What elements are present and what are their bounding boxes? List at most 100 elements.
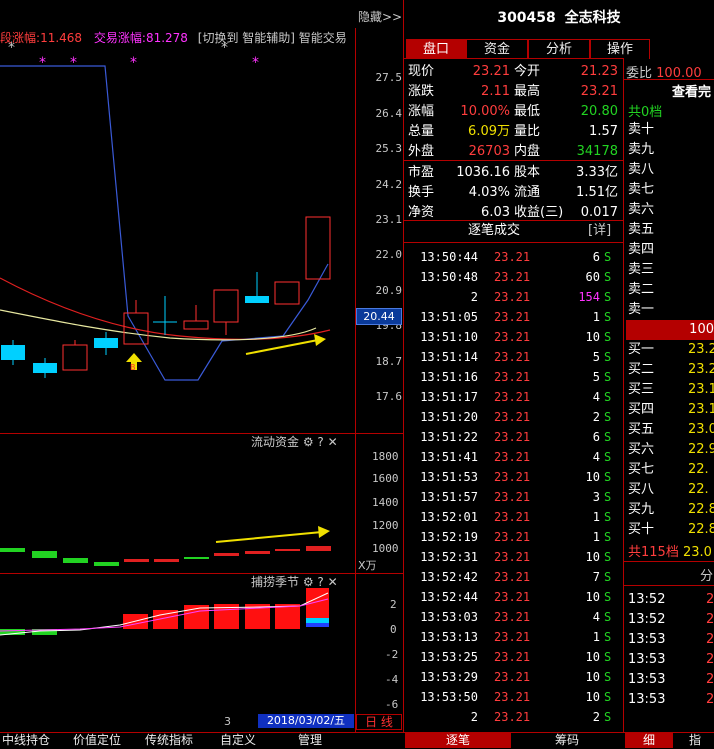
tick-price: 2 [706, 692, 714, 707]
trade-cell: 23.21 [494, 410, 531, 424]
pane-divider [0, 433, 403, 434]
quote-cell: 34178 [576, 144, 618, 159]
tick-time: 13:52 [628, 612, 666, 627]
tab-zhongxian[interactable]: 中线持仓 [0, 733, 52, 748]
ask-label: 卖一 [628, 302, 655, 317]
subtab-fen[interactable]: 分 [700, 565, 713, 584]
trade-cell: 23.21 [494, 570, 531, 584]
ask-level[interactable]: 卖五 [626, 220, 714, 240]
bid-label: 买九 [628, 502, 655, 517]
tick-time: 13:53 [628, 652, 666, 667]
trade-row: 13:53:29 23.21 10 S [404, 667, 622, 687]
bid-price: 23.1 [688, 402, 714, 417]
hide-panel-button[interactable]: 隐藏>> [358, 8, 402, 25]
tab-jiazhi[interactable]: 价值定位 [68, 733, 126, 748]
quote-row: 外盘 26703 内盘 34178 [404, 142, 623, 162]
trade-cell: 23.21 [494, 450, 531, 464]
bid-level[interactable]: 买九 22.8 [626, 500, 714, 520]
bid-level[interactable]: 买八 22. [626, 480, 714, 500]
ask-level[interactable]: 卖六 [626, 200, 714, 220]
bid-level[interactable]: 买二 23.2 [626, 360, 714, 380]
bid-price: 23.2 [688, 342, 714, 357]
trade-cell: S [604, 550, 612, 564]
tab-zidingyi[interactable]: 自定义 [214, 733, 262, 748]
smart-trade-link[interactable]: 智能交易 [299, 31, 347, 45]
tick-price: 2 [706, 652, 714, 667]
price-tick: 25.3 [375, 142, 403, 155]
candle-up [123, 312, 149, 345]
bid-level[interactable]: 买一 23.2 [626, 340, 714, 360]
ask-level[interactable]: 卖九 [626, 140, 714, 160]
trade-row: 13:53:50 23.21 10 S [404, 687, 622, 707]
tick-row: 13:52 2 [626, 590, 714, 610]
ask-level[interactable]: 卖七 [626, 180, 714, 200]
trade-cell: 23.21 [494, 510, 531, 524]
ask-level[interactable]: 卖四 [626, 240, 714, 260]
tab-xi[interactable]: 细 [625, 733, 673, 748]
bid-level[interactable]: 买七 22. [626, 460, 714, 480]
quote-cell: 换手 [408, 185, 435, 200]
bid-level[interactable]: 买三 23.1 [626, 380, 714, 400]
quote-row: 涨幅 10.00% 最低 20.80 [404, 102, 623, 122]
trade-row: 13:53:13 23.21 1 S [404, 627, 622, 647]
indicator-status-bar: 段涨幅:11.468 交易涨幅:81.278 [切换到 智能辅助] 智能交易 [0, 29, 347, 46]
trade-cell: S [604, 630, 612, 644]
season-chart[interactable] [0, 585, 355, 715]
ask-level[interactable]: 卖三 [626, 260, 714, 280]
bid-price: 22. [688, 482, 709, 497]
trade-cell: 10 [585, 590, 600, 604]
chart-panel[interactable]: 段涨幅:11.468 交易涨幅:81.278 [切换到 智能辅助] 智能交易 *… [0, 0, 403, 732]
trade-cell: 13:51:57 [420, 490, 478, 504]
tab-zijin[interactable]: 资金 [466, 39, 528, 59]
flow-chart[interactable] [0, 445, 355, 573]
tab-chuantong[interactable]: 传统指标 [140, 733, 198, 748]
tab-zhi[interactable]: 指 [675, 733, 714, 748]
tab-pankou[interactable]: 盘口 [406, 39, 466, 59]
trade-cell: 13:51:20 [420, 410, 478, 424]
trade-cell: 13:53:50 [420, 690, 478, 704]
trades-detail-link[interactable]: [详] [588, 221, 611, 241]
tab-caozuo[interactable]: 操作 [590, 39, 650, 59]
trade-cell: 13:50:44 [420, 250, 478, 264]
ask-level[interactable]: 卖二 [626, 280, 714, 300]
trade-cell: S [604, 290, 612, 304]
trade-cell: S [604, 370, 612, 384]
candle-up [183, 320, 209, 330]
trade-cell: 23.21 [494, 490, 531, 504]
ask-label: 卖六 [628, 202, 655, 217]
ask-level[interactable]: 卖八 [626, 160, 714, 180]
trade-cell: 23.21 [494, 350, 531, 364]
tick-row: 13:53 2 [626, 630, 714, 650]
candles [1, 216, 331, 378]
bid-level[interactable]: 买六 22.9 [626, 440, 714, 460]
period-label[interactable]: 日 线 [356, 714, 402, 730]
ask-level[interactable]: 卖一 [626, 300, 714, 320]
trade-row: 13:51:53 23.21 10 S [404, 467, 622, 487]
ask-label: 卖十 [628, 122, 655, 137]
ask-level[interactable]: 卖十 [626, 120, 714, 140]
bid-level[interactable]: 买十 22.8 [626, 520, 714, 540]
switch-smart-assist-link[interactable]: [切换到 智能辅助] [198, 31, 295, 45]
quote-cell: 现价 [408, 64, 435, 79]
trade-cell: S [604, 410, 612, 424]
trade-cell: S [604, 270, 612, 284]
view-complete-link[interactable]: 查看完 [672, 81, 711, 100]
buy-marker-b: B [130, 363, 136, 372]
price-tick: 23.1 [375, 213, 403, 226]
tab-guanli[interactable]: 管理 [292, 733, 328, 748]
trade-cell: 5 [592, 350, 600, 364]
bid-level[interactable]: 买四 23.1 [626, 400, 714, 420]
date-label: 2018/03/02/五 [258, 714, 354, 728]
trade-cell: 23.21 [494, 370, 531, 384]
bid-level[interactable]: 买五 23.0 [626, 420, 714, 440]
trade-cell: 23.21 [494, 590, 531, 604]
trade-cell: S [604, 470, 612, 484]
pane-divider [0, 573, 403, 574]
tab-chouma[interactable]: 筹码 [514, 733, 620, 748]
bid-label: 买七 [628, 462, 655, 477]
tab-zhubi[interactable]: 逐笔 [405, 733, 511, 748]
tab-fenxi[interactable]: 分析 [528, 39, 590, 59]
candlestick-chart[interactable]: B [0, 60, 355, 432]
ask-label: 卖四 [628, 242, 655, 257]
trade-row: 13:51:57 23.21 3 S [404, 487, 622, 507]
